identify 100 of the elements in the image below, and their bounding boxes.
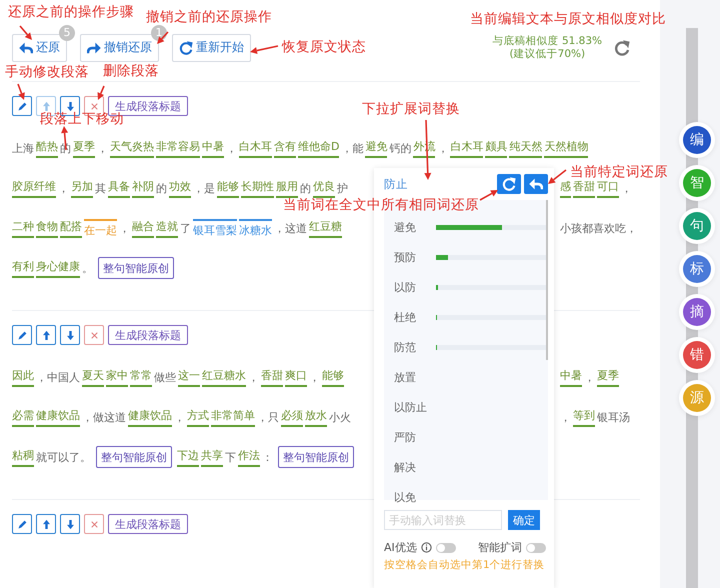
delete-button[interactable] [84,325,104,345]
replaceable-word[interactable]: 天然植物 [544,138,588,158]
replaceable-word[interactable]: 食物 [36,218,58,238]
move-down-button[interactable] [60,325,80,345]
replaceable-word[interactable]: 作法 [238,448,260,466]
candidate-word[interactable]: 预防 [394,250,428,264]
rewrite-button[interactable]: 整句智能原创 [96,446,172,468]
replaceable-word[interactable]: 可口 [597,178,619,198]
delete-button[interactable] [84,514,104,534]
replaceable-word[interactable]: 有利 [12,258,34,278]
replaceable-word[interactable]: 配搭 [60,218,82,238]
replaceable-word[interactable]: 避免 [365,138,388,158]
replaceable-word[interactable]: 颇具 [485,138,508,158]
replaceable-word[interactable]: 含有 [274,138,296,158]
refresh-button[interactable] [614,40,630,56]
replaceable-word[interactable]: 下边 [177,448,199,466]
undo-button[interactable]: 还原 [12,34,67,62]
replaceable-word[interactable]: 二种 [12,218,34,238]
replaceable-word[interactable]: 补阴 [132,178,154,198]
replaceable-word[interactable]: 粘稠 [12,448,34,466]
tool-button[interactable]: 智 [683,169,711,197]
tool-button[interactable]: 标 [683,255,711,283]
move-up-button[interactable] [36,325,56,345]
candidate-word[interactable]: 以防 [394,280,428,294]
replaceable-word[interactable]: 家中 [106,368,128,386]
replaceable-word[interactable]: 夏季 [73,138,95,158]
replaceable-word[interactable]: 必需 [12,408,34,426]
replaceable-word[interactable]: 香甜 [573,178,595,198]
confirm-button[interactable]: 确定 [508,510,540,530]
replaceable-word[interactable]: 感 [560,178,571,198]
replaceable-word[interactable]: 另加 [71,178,93,198]
replaceable-word[interactable]: 白木耳 [239,138,272,158]
tool-button[interactable]: 句 [683,212,711,240]
generate-title-button[interactable]: 生成段落标题 [108,325,188,345]
replaceable-word[interactable]: 酷热 [36,138,58,158]
replaceable-word[interactable]: 爽口 [285,368,307,386]
replaceable-word[interactable]: 非常容易 [156,138,200,158]
edit-button[interactable] [12,514,32,534]
restore-all-button[interactable] [497,174,521,194]
restore-word-button[interactable] [524,174,548,194]
tool-button[interactable]: 源 [683,384,711,412]
replaceable-word[interactable]: 红豆糖 [309,218,342,238]
generate-title-button[interactable]: 生成段落标题 [108,514,188,534]
replaceable-word[interactable]: 中暑 [560,368,582,386]
rewrite-button[interactable]: 整句智能原创 [98,257,174,279]
replaceable-word[interactable]: 纯天然 [509,138,542,158]
refresh-button[interactable]: 重新开始 [172,34,251,62]
redo-button[interactable]: 撤销还原 [80,34,159,62]
replaceable-word[interactable]: 健康饮品 [128,408,172,426]
tool-button[interactable]: 错 [683,341,711,369]
candidate-word[interactable]: 杜绝 [394,310,428,324]
replaceable-word[interactable]: 优良 [313,178,335,198]
replaceable-word[interactable]: 功效 [169,178,191,198]
replaceable-word[interactable]: 必须 [281,408,303,426]
replaced-word[interactable]: 在一起 [84,218,117,238]
replaceable-word[interactable]: 中暑 [202,138,224,158]
replaceable-word[interactable]: 能够 [217,178,239,198]
synonym-word[interactable]: 银耳雪梨 [193,218,237,238]
replaceable-word[interactable]: 因此 [12,368,34,386]
tool-button[interactable]: 编 [683,126,711,154]
candidate-word[interactable]: 严防 [394,430,428,444]
replaceable-word[interactable]: 造就 [156,218,178,238]
replaceable-word[interactable]: 这一 [178,368,200,386]
rewrite-button[interactable]: 整句智能原创 [278,446,354,468]
edit-button[interactable] [12,96,32,116]
replaceable-word[interactable]: 具备 [108,178,130,198]
toggle-switch[interactable] [526,542,546,552]
replaceable-word[interactable]: 能够 [322,368,344,386]
replaceable-word[interactable]: 放水 [305,408,327,426]
replaceable-word[interactable]: 胶原纤维 [12,178,56,198]
move-up-button[interactable] [36,514,56,534]
replaceable-word[interactable]: 夏季 [597,368,619,386]
replaceable-word[interactable]: 融合 [132,218,154,238]
replaceable-word[interactable]: 长期性 [241,178,274,198]
tool-button[interactable]: 摘 [683,298,711,326]
replaceable-word[interactable]: 健康饮品 [36,408,80,426]
replaceable-word[interactable]: 常常 [130,368,152,386]
synonym-word[interactable]: 冰糖水 [239,218,272,238]
candidate-word[interactable]: 防范 [394,340,428,354]
scrollbar[interactable] [546,200,548,360]
replaceable-word[interactable]: 香甜 [261,368,283,386]
replaceable-word[interactable]: 维他命D [298,138,340,158]
candidate-word[interactable]: 以免 [394,490,428,504]
replaceable-word[interactable]: 红豆糖水 [202,368,246,386]
edit-button[interactable] [12,325,32,345]
replaceable-word[interactable]: 共享 [201,448,223,466]
candidate-word[interactable]: 解决 [394,460,428,474]
move-down-button[interactable] [60,514,80,534]
replaceable-word[interactable]: 身心健康 [36,258,80,278]
candidate-word[interactable]: 放置 [394,370,428,384]
replaceable-word[interactable]: 夏天 [82,368,104,386]
replaceable-word[interactable]: 白木耳 [450,138,484,158]
replaceable-word[interactable]: 服用 [276,178,298,198]
replaceable-word[interactable]: 天气炎热 [110,138,154,158]
replaceable-word[interactable]: 方式 [187,408,209,426]
replaceable-word[interactable]: 等到 [573,408,595,426]
candidate-word[interactable]: 以防止 [394,400,428,414]
candidate-word[interactable]: 避免 [394,220,428,234]
toggle-switch[interactable] [436,542,456,552]
replaceable-word[interactable]: 非常简单 [211,408,255,426]
